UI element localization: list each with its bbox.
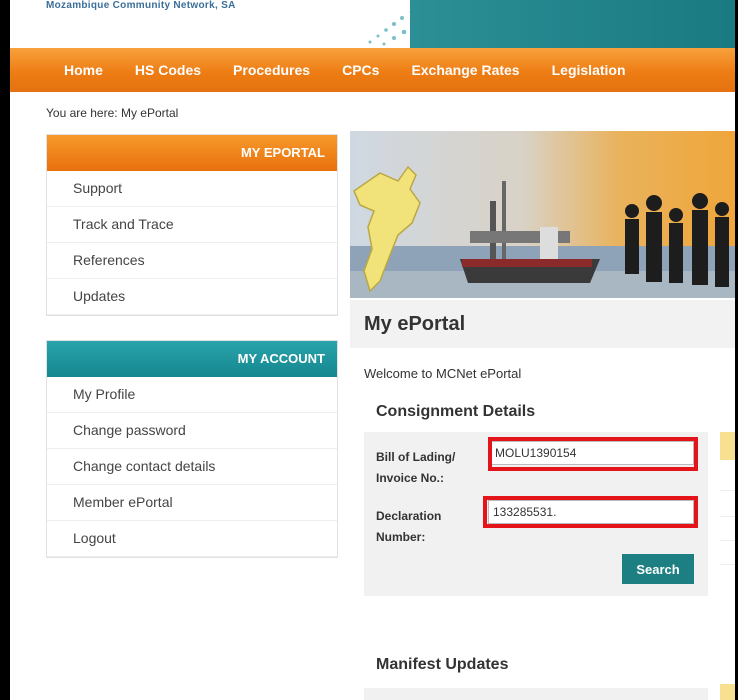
main-nav: Home HS Codes Procedures CPCs Exchange R… — [10, 48, 735, 92]
right-panel-header-stub — [720, 432, 735, 460]
nav-cpcs[interactable]: CPCs — [326, 48, 395, 92]
bill-of-lading-label: Bill of Lading/ Invoice No.: — [376, 450, 456, 485]
my-account-menu: MY ACCOUNT My Profile Change password Ch… — [46, 340, 338, 558]
nav-exchange-rates[interactable]: Exchange Rates — [395, 48, 535, 92]
right-panel-heading-stub — [720, 405, 735, 425]
highlight-box-bill-of-lading — [488, 437, 698, 471]
menu-item-track-and-trace[interactable]: Track and Trace — [47, 207, 337, 243]
breadcrumb: You are here: My ePortal — [46, 106, 179, 120]
site-header: Mozambique Community Network, SA — [10, 0, 735, 48]
right-panel-row-stub — [720, 546, 735, 565]
right-panel-bottom-stub — [720, 684, 735, 700]
brand-name: Mozambique Community Network, SA — [46, 0, 236, 11]
page-title: My ePortal — [364, 313, 466, 335]
nav-home[interactable]: Home — [10, 48, 119, 92]
highlight-box-declaration-number — [483, 496, 698, 528]
declaration-number-label: Declaration Number: — [376, 509, 442, 544]
my-eportal-menu: MY EPORTAL Support Track and Trace Refer… — [46, 134, 338, 316]
manifest-updates-heading: Manifest Updates — [376, 656, 509, 673]
menu-item-member-eportal[interactable]: Member ePortal — [47, 485, 337, 521]
search-button[interactable]: Search — [622, 554, 694, 584]
manifest-row — [364, 688, 708, 700]
right-panel-row-stub — [720, 522, 735, 541]
header-teal-band — [410, 0, 735, 48]
hero-banner-graphic — [350, 165, 735, 298]
window-frame-left — [0, 0, 10, 700]
my-eportal-heading: MY EPORTAL — [47, 135, 337, 171]
menu-item-my-profile[interactable]: My Profile — [47, 377, 337, 413]
nav-procedures[interactable]: Procedures — [217, 48, 326, 92]
nav-hs-codes[interactable]: HS Codes — [119, 48, 217, 92]
menu-item-change-contact-details[interactable]: Change contact details — [47, 449, 337, 485]
menu-item-references[interactable]: References — [47, 243, 337, 279]
menu-item-support[interactable]: Support — [47, 171, 337, 207]
hero-banner — [350, 131, 735, 298]
nav-legislation[interactable]: Legislation — [536, 48, 642, 92]
my-account-heading: MY ACCOUNT — [47, 341, 337, 377]
menu-item-logout[interactable]: Logout — [47, 521, 337, 557]
right-panel-row-stub — [720, 472, 735, 491]
consignment-details-heading: Consignment Details — [376, 403, 536, 420]
welcome-text: Welcome to MCNet ePortal — [364, 366, 522, 381]
menu-item-updates[interactable]: Updates — [47, 279, 337, 315]
right-panel-row-stub — [720, 498, 735, 517]
menu-item-change-password[interactable]: Change password — [47, 413, 337, 449]
